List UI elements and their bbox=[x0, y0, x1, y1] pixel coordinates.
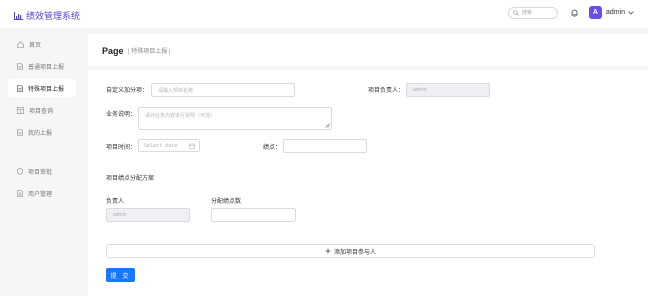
sidebar-item-label: 项目查询 bbox=[29, 108, 54, 115]
plus-icon bbox=[325, 248, 331, 254]
plan-points-input[interactable] bbox=[211, 208, 296, 222]
page-subtitle: | 特殊项目上报 | bbox=[128, 49, 171, 55]
resize-handle-icon[interactable] bbox=[325, 123, 330, 128]
file-icon bbox=[17, 62, 23, 70]
shield-icon bbox=[17, 167, 23, 175]
owner-input: admin bbox=[406, 83, 490, 97]
date-picker[interactable]: Select date bbox=[138, 139, 200, 152]
home-icon bbox=[17, 40, 24, 48]
users-icon bbox=[17, 189, 23, 197]
custom-item-placeholder: 请输入项目名称 bbox=[158, 87, 194, 94]
bell-icon[interactable] bbox=[570, 8, 580, 18]
search-input[interactable]: 搜索 bbox=[507, 6, 558, 19]
avatar[interactable]: A bbox=[588, 6, 602, 19]
sidebar-item-label: 我的上报 bbox=[28, 130, 53, 137]
sidebar-item-label: 用户管理 bbox=[28, 191, 53, 198]
sidebar-item-project-query[interactable]: 项目查询 bbox=[8, 101, 76, 119]
points-label: 绩点： bbox=[263, 145, 282, 151]
page-title: Page bbox=[102, 46, 124, 56]
description-textarea[interactable]: 请对业务内容进行说明（可选） bbox=[138, 107, 332, 130]
column-person: 负责人 bbox=[106, 199, 125, 205]
time-label: 项目时间： bbox=[106, 145, 137, 151]
chart-icon bbox=[14, 11, 23, 20]
brand-title: 绩效管理系统 bbox=[26, 11, 81, 21]
submit-button[interactable]: 提 交 bbox=[106, 268, 135, 282]
brand-logo[interactable]: 绩效管理系统 bbox=[14, 9, 80, 22]
sidebar-item-my-reports[interactable]: 我的上报 bbox=[8, 123, 76, 141]
search-placeholder: 搜索 bbox=[521, 10, 532, 16]
table-icon bbox=[17, 106, 24, 114]
sidebar-item-user-management[interactable]: 用户管理 bbox=[8, 184, 76, 202]
sidebar-item-label: 项目审批 bbox=[28, 169, 53, 176]
plan-person-value: admin bbox=[113, 212, 127, 218]
points-input[interactable] bbox=[283, 139, 367, 153]
sidebar: 首页 普通项目上报 特殊项目上报 项目查询 我的上报 项目审批 用户管理 bbox=[0, 28, 88, 296]
description-placeholder: 请对业务内容进行说明（可选） bbox=[145, 113, 216, 119]
calendar-icon bbox=[189, 143, 195, 149]
page-header: Page | 特殊项目上报 | bbox=[88, 34, 648, 66]
custom-item-input[interactable]: 请输入项目名称 bbox=[151, 83, 295, 97]
date-placeholder: Select date bbox=[144, 142, 178, 149]
column-points: 分配绩点数 bbox=[211, 199, 242, 205]
description-label: 业务说明： bbox=[106, 112, 137, 118]
custom-item-label: 自定义加分项： bbox=[106, 88, 149, 94]
plan-title: 项目绩点分配方案 bbox=[106, 176, 155, 182]
sidebar-item-label: 首页 bbox=[29, 42, 42, 49]
sidebar-item-approval[interactable]: 项目审批 bbox=[8, 162, 76, 180]
sidebar-item-normal-report[interactable]: 普通项目上报 bbox=[8, 57, 76, 75]
file-icon bbox=[17, 128, 23, 136]
sidebar-item-special-report[interactable]: 特殊项目上报 bbox=[8, 79, 76, 97]
sidebar-item-label: 特殊项目上报 bbox=[28, 86, 65, 93]
chevron-down-icon[interactable] bbox=[628, 10, 634, 15]
sidebar-item-home[interactable]: 首页 bbox=[8, 35, 76, 53]
owner-value: admin bbox=[413, 87, 427, 93]
add-participant-label: 添加项目参与人 bbox=[333, 249, 376, 256]
file-icon bbox=[17, 84, 23, 92]
add-participant-button[interactable]: 添加项目参与人 bbox=[106, 244, 595, 258]
top-header: 绩效管理系统 搜索 A admin bbox=[0, 0, 648, 28]
sidebar-item-label: 普通项目上报 bbox=[28, 64, 65, 71]
username[interactable]: admin bbox=[606, 9, 625, 16]
plan-person-input: admin bbox=[106, 208, 190, 222]
search-icon bbox=[513, 9, 519, 16]
owner-label: 项目负责人： bbox=[368, 88, 405, 94]
report-form: 自定义加分项： 请输入项目名称 项目负责人： admin 业务说明： 请对业务内… bbox=[88, 70, 648, 296]
